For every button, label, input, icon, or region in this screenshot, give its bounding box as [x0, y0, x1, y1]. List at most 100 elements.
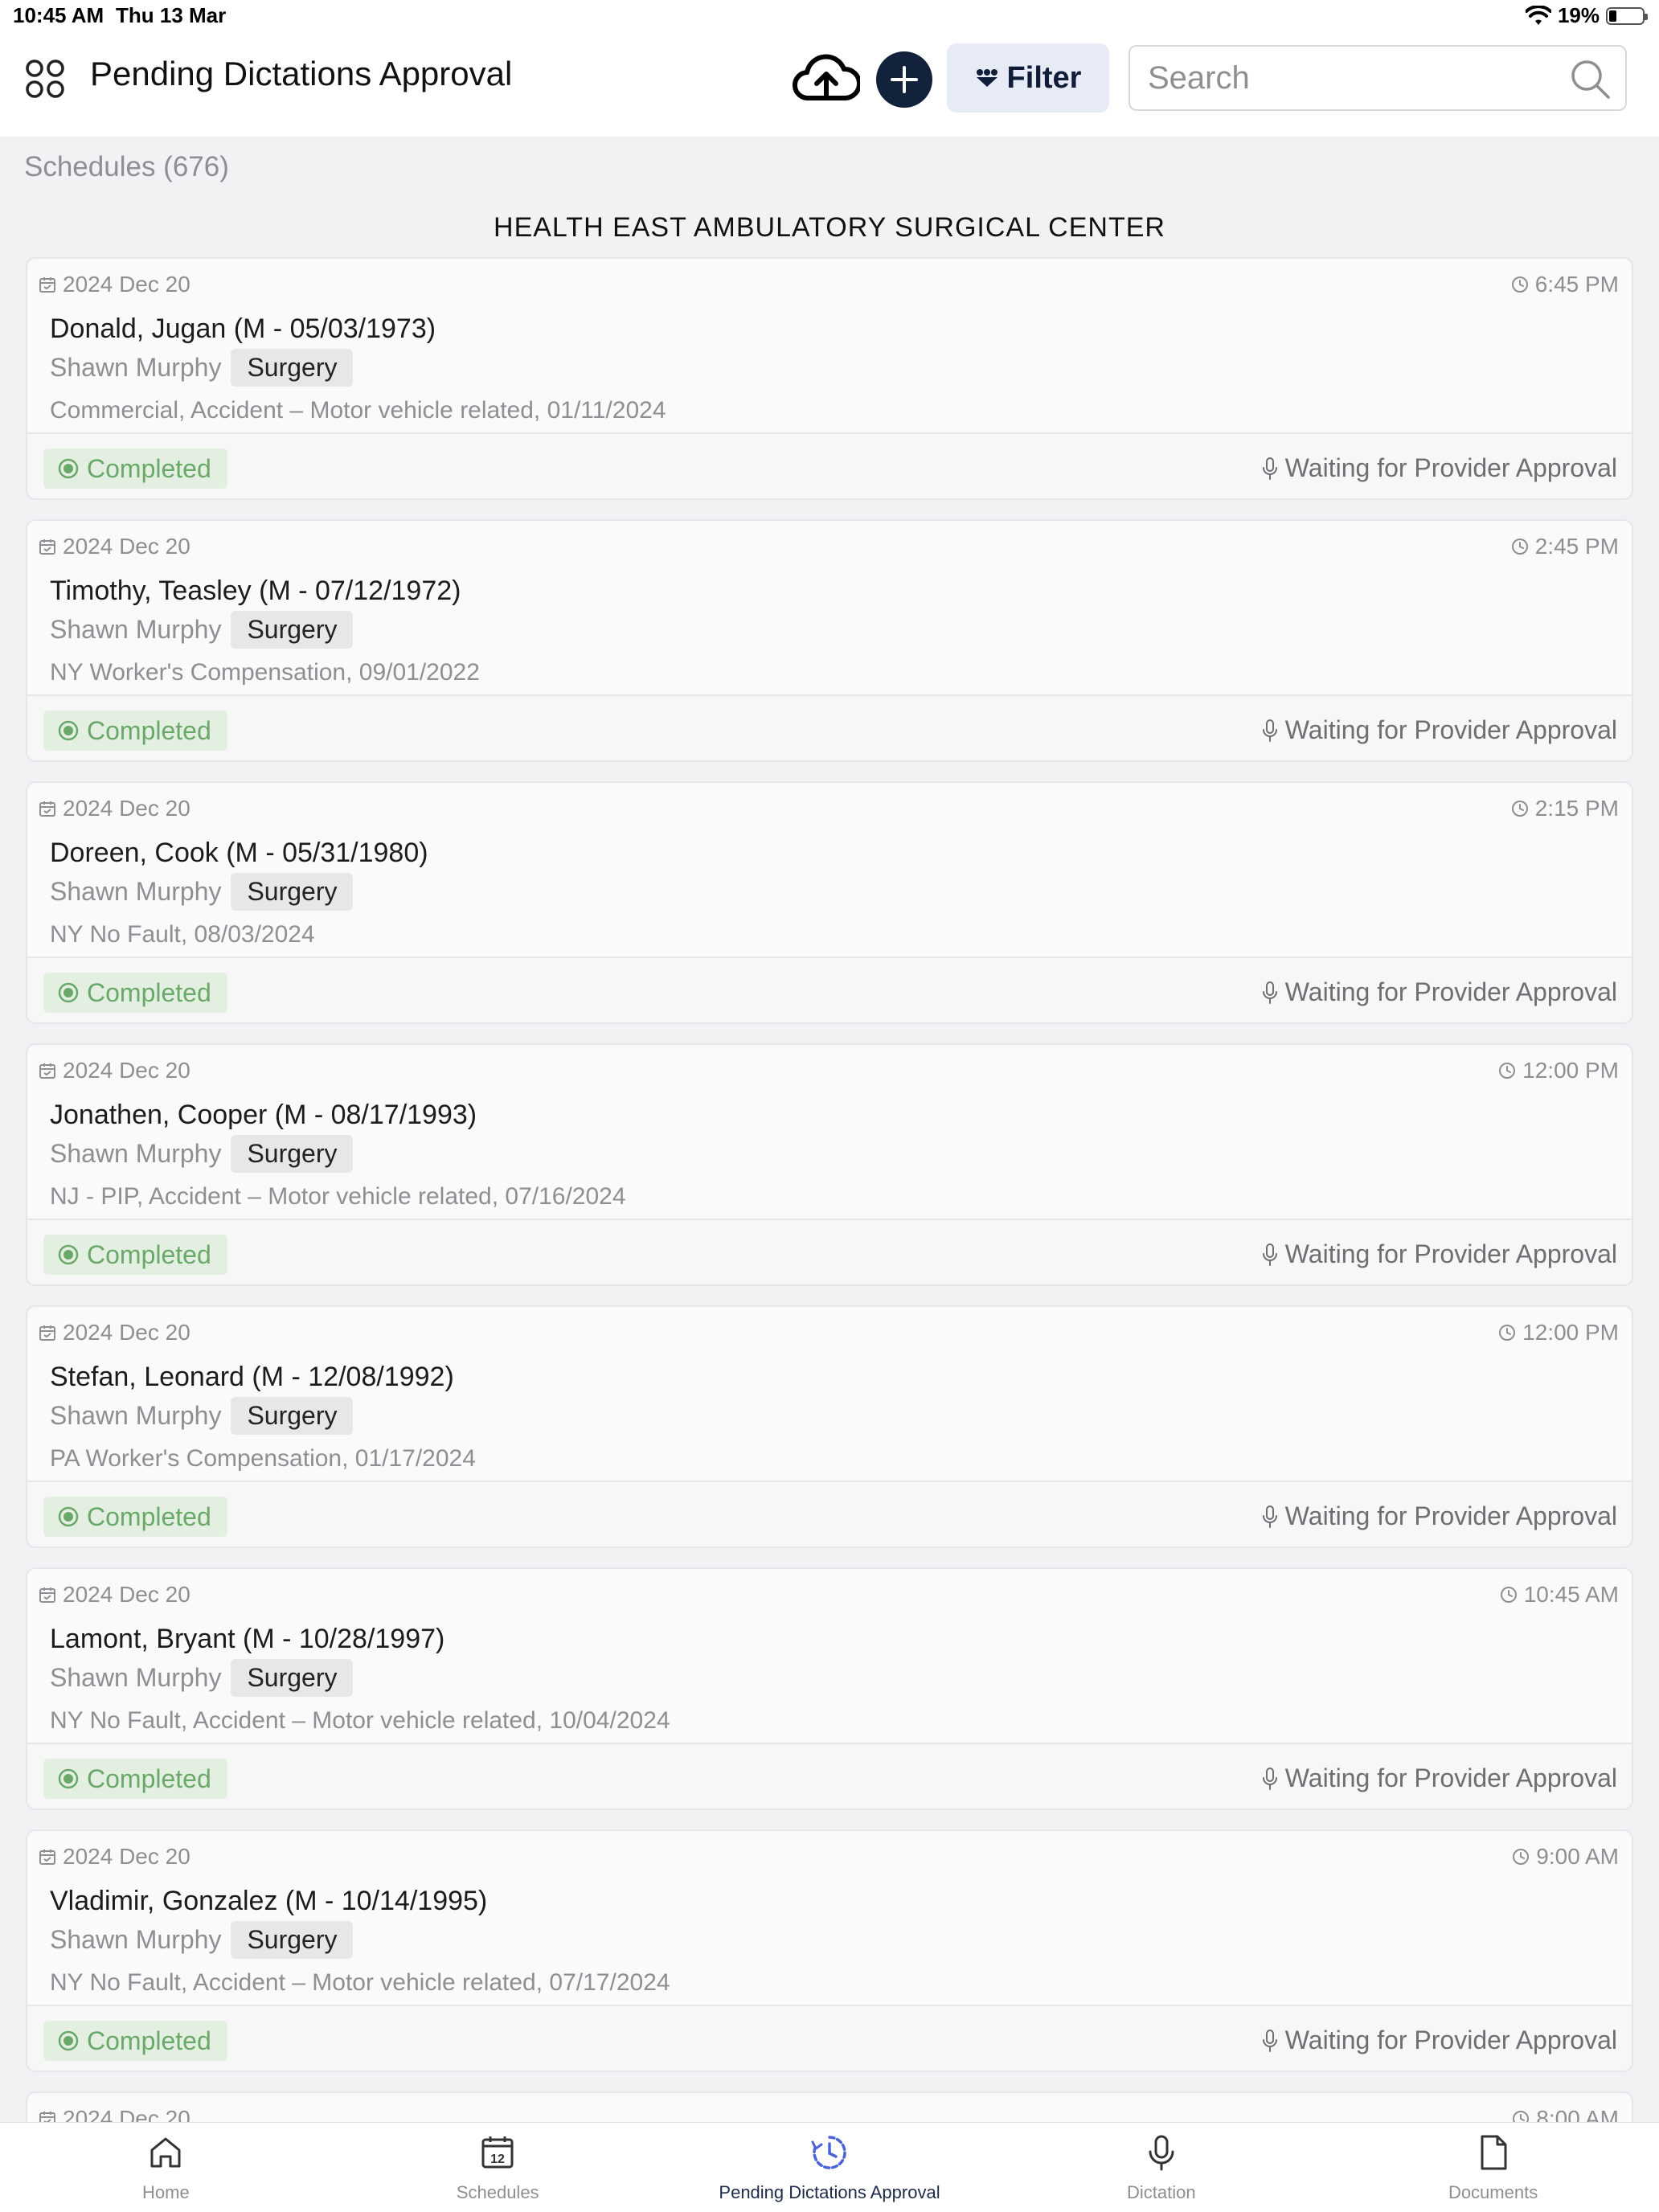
patient-name: Lamont, Bryant (M - 10/28/1997): [50, 1624, 445, 1654]
status-badge: Completed: [43, 1759, 227, 1799]
radio-on-icon: [58, 1244, 79, 1265]
search-box[interactable]: [1129, 45, 1627, 111]
procedure-tag: Surgery: [231, 1135, 354, 1173]
calendar-check-icon: [39, 277, 55, 293]
clock-refresh-icon: [811, 2136, 846, 2169]
status-date: Thu 13 Mar: [116, 3, 227, 27]
status-badge: Completed: [43, 1235, 227, 1275]
radio-on-icon: [58, 458, 79, 479]
card-date-row: 2024 Dec 20: [39, 272, 190, 297]
card-time-row: 12:00 PM: [1498, 1058, 1619, 1083]
microphone-icon: [1262, 1767, 1277, 1790]
card-time: 6:45 PM: [1534, 272, 1619, 297]
microphone-icon: [1262, 457, 1277, 480]
card-date: 2024 Dec 20: [63, 1320, 190, 1345]
procedure-tag: Surgery: [231, 1921, 354, 1959]
card-date: 2024 Dec 20: [63, 1582, 190, 1607]
document-icon: [1481, 2135, 1507, 2170]
facility-name: HEALTH EAST AMBULATORY SURGICAL CENTER: [494, 212, 1165, 243]
provider-row: Shawn Murphy Surgery: [50, 1397, 354, 1435]
schedule-card[interactable]: 2024 Dec 20 12:00 PM Stefan, Leonard (M …: [26, 1305, 1633, 1548]
tab-schedules[interactable]: 12 Schedules: [332, 2123, 664, 2212]
card-time-row: 2:15 PM: [1511, 796, 1619, 821]
status-bar: 10:45 AM Thu 13 Mar 19%: [0, 0, 1659, 34]
microphone-icon: [1262, 1505, 1277, 1528]
calendar-icon: 12: [481, 2136, 514, 2169]
card-time-row: 10:45 AM: [1500, 1582, 1619, 1608]
tab-home[interactable]: Home: [0, 2123, 332, 2212]
card-date-row: 2024 Dec 20: [39, 1058, 190, 1083]
card-time-row: 9:00 AM: [1512, 1844, 1619, 1870]
card-time: 9:00 AM: [1536, 1844, 1619, 1869]
status-badge: Completed: [43, 711, 227, 751]
status-label: Completed: [87, 715, 211, 745]
card-footer: Completed Waiting for Provider Approval: [27, 432, 1632, 498]
insurance-info: NJ - PIP, Accident – Motor vehicle relat…: [50, 1183, 626, 1210]
provider-row: Shawn Murphy Surgery: [50, 611, 354, 649]
status-right: 19%: [1525, 3, 1648, 28]
tab-pending-dictations[interactable]: Pending Dictations Approval: [664, 2123, 996, 2212]
card-date: 2024 Dec 20: [63, 534, 190, 559]
approval-status: Waiting for Provider Approval: [1261, 977, 1617, 1007]
status-label: Completed: [87, 2026, 211, 2055]
clock-icon: [1513, 1849, 1530, 1865]
card-footer: Completed Waiting for Provider Approval: [27, 2005, 1632, 2071]
plus-icon: [891, 66, 918, 93]
clock-icon: [1511, 801, 1528, 817]
filter-icon: [976, 69, 997, 87]
cloud-upload-icon[interactable]: [793, 51, 860, 108]
status-badge: Completed: [43, 449, 227, 489]
calendar-check-icon: [39, 1325, 55, 1341]
tab-bar: Home 12 Schedules Pending Dictations App…: [0, 2122, 1659, 2212]
approval-label: Waiting for Provider Approval: [1284, 977, 1617, 1006]
schedules-count: Schedules (676): [24, 151, 229, 182]
patient-name: Jonathen, Cooper (M - 08/17/1993): [50, 1100, 477, 1130]
status-badge: Completed: [43, 2021, 227, 2061]
approval-status: Waiting for Provider Approval: [1261, 453, 1617, 483]
search-input[interactable]: [1148, 55, 1550, 101]
grid-icon[interactable]: [24, 58, 66, 100]
schedule-card[interactable]: 2024 Dec 20 2:45 PM Timothy, Teasley (M …: [26, 519, 1633, 762]
provider-name: Shawn Murphy: [50, 877, 222, 906]
card-date-row: 2024 Dec 20: [39, 1844, 190, 1870]
radio-on-icon: [58, 2030, 79, 2051]
radio-on-icon: [58, 720, 79, 741]
schedule-card[interactable]: 2024 Dec 20 9:00 AM Vladimir, Gonzalez (…: [26, 1829, 1633, 2072]
schedule-card[interactable]: 2024 Dec 20 2:15 PM Doreen, Cook (M - 05…: [26, 781, 1633, 1024]
schedule-card[interactable]: 2024 Dec 20 12:00 PM Jonathen, Cooper (M…: [26, 1043, 1633, 1286]
card-time-row: 6:45 PM: [1511, 272, 1619, 297]
schedule-card[interactable]: 2024 Dec 20 6:45 PM Donald, Jugan (M - 0…: [26, 257, 1633, 500]
schedule-card[interactable]: 2024 Dec 20 10:45 AM Lamont, Bryant (M -…: [26, 1567, 1633, 1810]
status-label: Completed: [87, 977, 211, 1007]
tab-documents[interactable]: Documents: [1327, 2123, 1659, 2212]
filter-button[interactable]: Filter: [947, 43, 1109, 113]
patient-name: Vladimir, Gonzalez (M - 10/14/1995): [50, 1886, 488, 1916]
card-date-row: 2024 Dec 20: [39, 1320, 190, 1346]
approval-label: Waiting for Provider Approval: [1284, 1239, 1617, 1268]
card-date-row: 2024 Dec 20: [39, 796, 190, 821]
tab-dictation[interactable]: Dictation: [995, 2123, 1327, 2212]
provider-name: Shawn Murphy: [50, 615, 222, 644]
card-time: 12:00 PM: [1522, 1320, 1619, 1345]
page-title: Pending Dictations Approval: [90, 55, 513, 92]
clock-icon: [1500, 1587, 1517, 1603]
calendar-check-icon: [39, 1063, 55, 1079]
procedure-tag: Surgery: [231, 1397, 354, 1435]
procedure-tag: Surgery: [231, 1659, 354, 1697]
search-icon[interactable]: [1569, 58, 1611, 100]
calendar-check-icon: [39, 1587, 55, 1603]
schedule-list[interactable]: 2024 Dec 20 6:45 PM Donald, Jugan (M - 0…: [26, 257, 1633, 2159]
microphone-icon: [1149, 2135, 1174, 2171]
calendar-check-icon: [39, 801, 55, 817]
status-badge: Completed: [43, 973, 227, 1013]
add-button[interactable]: [876, 51, 932, 108]
patient-name: Stefan, Leonard (M - 12/08/1992): [50, 1362, 454, 1392]
insurance-info: NY No Fault, Accident – Motor vehicle re…: [50, 1969, 670, 1996]
calendar-icon-text: 12: [490, 2153, 505, 2166]
battery-icon: [1606, 6, 1648, 25]
approval-label: Waiting for Provider Approval: [1284, 1763, 1617, 1792]
status-label: Completed: [87, 453, 211, 483]
clock-icon: [1499, 1325, 1516, 1341]
wifi-icon: [1525, 5, 1551, 25]
radio-on-icon: [58, 982, 79, 1003]
